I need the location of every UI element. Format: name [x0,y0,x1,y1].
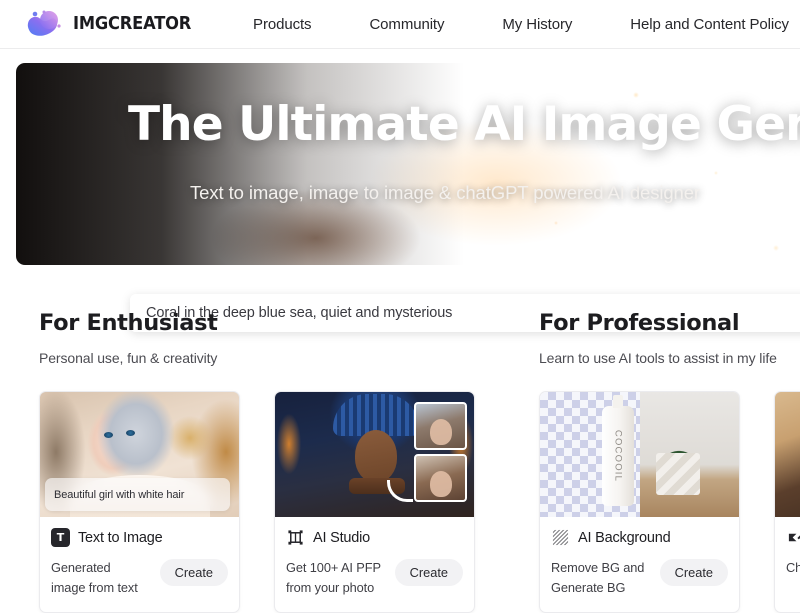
card-preview-image: Beautiful girl with white hair [40,392,239,517]
card-title: AI Background [578,529,671,546]
card-footer: Remove BG and Generate BG Create [551,558,728,598]
pharaoh-artwork [275,392,474,517]
nav-item-help-and-content-policy[interactable]: Help and Content Policy [601,16,800,33]
hero-section: The Ultimate AI Image Generator Text to … [0,49,800,332]
create-button[interactable]: Create [659,559,728,586]
section-subtitle: Personal use, fun & creativity [39,350,218,366]
artwork-plant-pot [655,453,700,495]
card-footer: Get 100+ AI PFP from your photo Create [286,558,463,598]
edit-artwork [775,392,800,517]
source-photo-thumbnail-2 [414,454,467,502]
section-for-enthusiast: For Enthusiast Personal use, fun & creat… [0,310,503,613]
curved-arrow-icon [387,480,413,502]
brand-name: IMGCREATOR [73,14,192,34]
create-button[interactable]: Create [159,559,228,586]
card-ai-background[interactable]: COCOOIL AI Background Remove BG and Gene… [539,391,740,613]
card-preview-image [275,392,474,517]
section-for-professional: For Professional Learn to use AI tools t… [503,310,800,613]
card-list: Beautiful girl with white hair T Text to… [39,391,503,613]
card-list: COCOOIL AI Background Remove BG and Gene… [539,391,800,613]
top-navigation-bar: IMGCREATOR Products Community My History… [0,0,800,49]
card-ai-edit[interactable]: AI Edit Change photo Create [774,391,800,613]
card-body: AI Background Remove BG and Generate BG … [540,517,739,612]
hero-title: The Ultimate AI Image Generator [128,97,800,152]
card-header: T Text to Image [51,528,228,547]
brand-logo[interactable]: IMGCREATOR [22,9,200,39]
pen-edit-icon [786,528,800,547]
card-body: AI Edit Change photo Create [775,517,800,600]
background-removal-artwork: COCOOIL [540,392,739,517]
hero-banner: The Ultimate AI Image Generator Text to … [16,63,800,265]
hero-vignette [16,63,800,265]
card-text-to-image[interactable]: Beautiful girl with white hair T Text to… [39,391,240,613]
create-button[interactable]: Create [394,559,463,586]
product-label: COCOOIL [612,429,624,483]
card-preview-image: COCOOIL [540,392,739,517]
artwork-product-bottle: COCOOIL [602,395,634,506]
preview-prompt-chip: Beautiful girl with white hair [45,478,230,511]
card-body: AI Studio Get 100+ AI PFP from your phot… [275,517,474,612]
card-description: Get 100+ AI PFP from your photo [286,560,381,595]
hatched-square-icon [551,528,570,547]
card-header: AI Edit [786,528,800,547]
studio-frame-icon [286,528,305,547]
card-description: Generated image from text [51,560,138,595]
hero-fire-texture [16,63,800,265]
nav-item-products[interactable]: Products [224,16,340,33]
product-photo-half [639,392,739,517]
imgcreator-blob-icon [22,9,66,39]
category-sections: For Enthusiast Personal use, fun & creat… [0,310,800,613]
letter-t-icon: T [51,528,70,547]
nav-item-my-history[interactable]: My History [473,16,601,33]
section-subtitle: Learn to use AI tools to assist in my li… [539,350,777,366]
nav-links: Products Community My History Help and C… [224,16,800,33]
card-header: AI Background [551,528,728,547]
hero-subtitle: Text to image, image to image & chatGPT … [190,182,700,203]
artwork-eye-left [104,432,113,438]
card-title: Text to Image [78,529,163,546]
card-title: AI Studio [313,529,371,546]
section-title: For Enthusiast [39,310,218,336]
card-description: Change photo [786,560,800,575]
section-title: For Professional [539,310,740,336]
card-description: Remove BG and Generate BG [551,560,645,595]
card-body: T Text to Image Generated image from tex… [40,517,239,612]
card-ai-studio[interactable]: AI Studio Get 100+ AI PFP from your phot… [274,391,475,613]
nav-item-community[interactable]: Community [340,16,473,33]
artwork-face [355,430,397,482]
card-footer: Generated image from text Create [51,558,228,598]
source-photo-thumbnail-1 [414,402,467,450]
card-header: AI Studio [286,528,463,547]
card-footer: Change photo Create [786,558,800,586]
artwork-eye-right [126,430,135,436]
card-preview-image [775,392,800,517]
